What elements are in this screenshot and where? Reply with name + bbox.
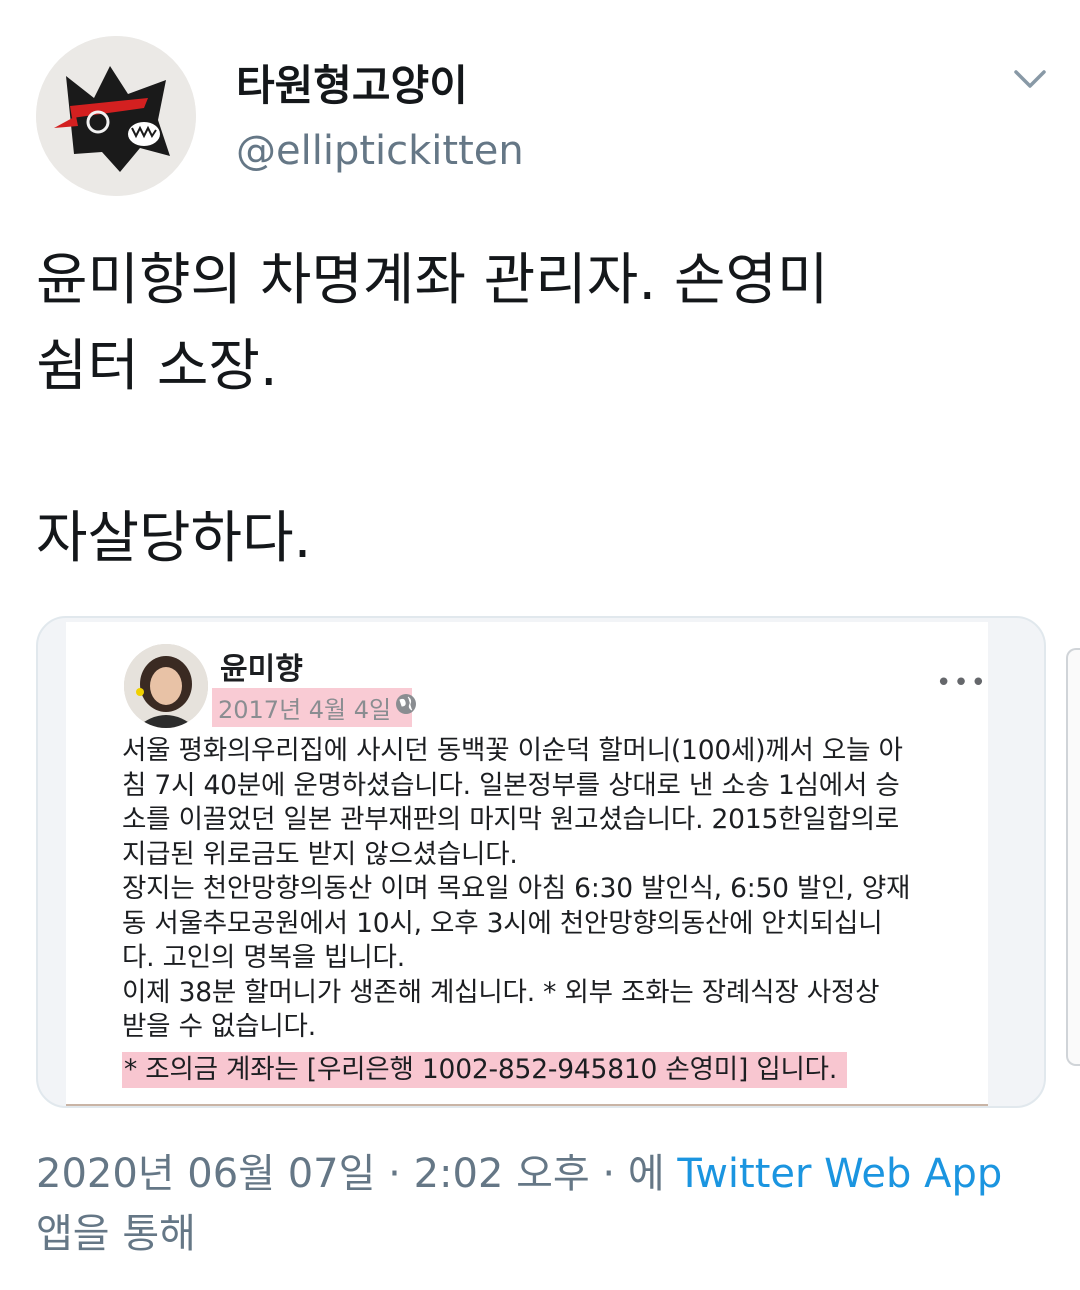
- facebook-post-screenshot: 윤미향 2017년 4월 4일 · ••• 서울 평화의우리집에 사시던 동백꽃…: [66, 622, 988, 1106]
- globe-icon: [394, 692, 418, 716]
- post-highlighted-line: * 조의금 계좌는 [우리은행 1002-852-945810 손영미] 입니다…: [122, 1052, 848, 1088]
- tweet-media-image[interactable]: 윤미향 2017년 4월 4일 · ••• 서울 평화의우리집에 사시던 동백꽃…: [36, 616, 1046, 1108]
- post-author-name: 윤미향: [220, 652, 303, 687]
- tweet-detail: 타원형고양이 @elliptickitten 윤미향의 차명계좌 관리자. 손영…: [0, 0, 1080, 1290]
- chevron-down-icon[interactable]: [1010, 60, 1050, 100]
- profile-photo-avatar: [124, 644, 208, 728]
- author-handle[interactable]: @elliptickitten: [236, 128, 524, 174]
- author-display-name[interactable]: 타원형고양이: [236, 52, 468, 113]
- post-body-text: 서울 평화의우리집에 사시던 동백꽃 이순덕 할머니(100세)께서 오늘 아 …: [122, 735, 911, 1042]
- post-date: 2017년 4월 4일 ·: [212, 688, 413, 727]
- image-bottom-edge: [66, 1104, 988, 1106]
- tweet-timestamp[interactable]: 2020년 06월 07일 · 2:02 오후 · 에: [36, 1151, 665, 1197]
- scrollbar[interactable]: [1066, 648, 1080, 1066]
- tweet-metadata: 2020년 06월 07일 · 2:02 오후 · 에 Twitter Web …: [36, 1144, 1046, 1264]
- tweet-text: 윤미향의 차명계좌 관리자. 손영미 쉼터 소장. 자살당하다.: [36, 248, 829, 571]
- ellipsis-icon: •••: [936, 668, 989, 698]
- tweet-source-link[interactable]: Twitter Web App: [677, 1151, 1002, 1197]
- cat-avatar-icon[interactable]: [36, 36, 196, 196]
- tweet-source-suffix: 앱을 통해: [36, 1211, 196, 1257]
